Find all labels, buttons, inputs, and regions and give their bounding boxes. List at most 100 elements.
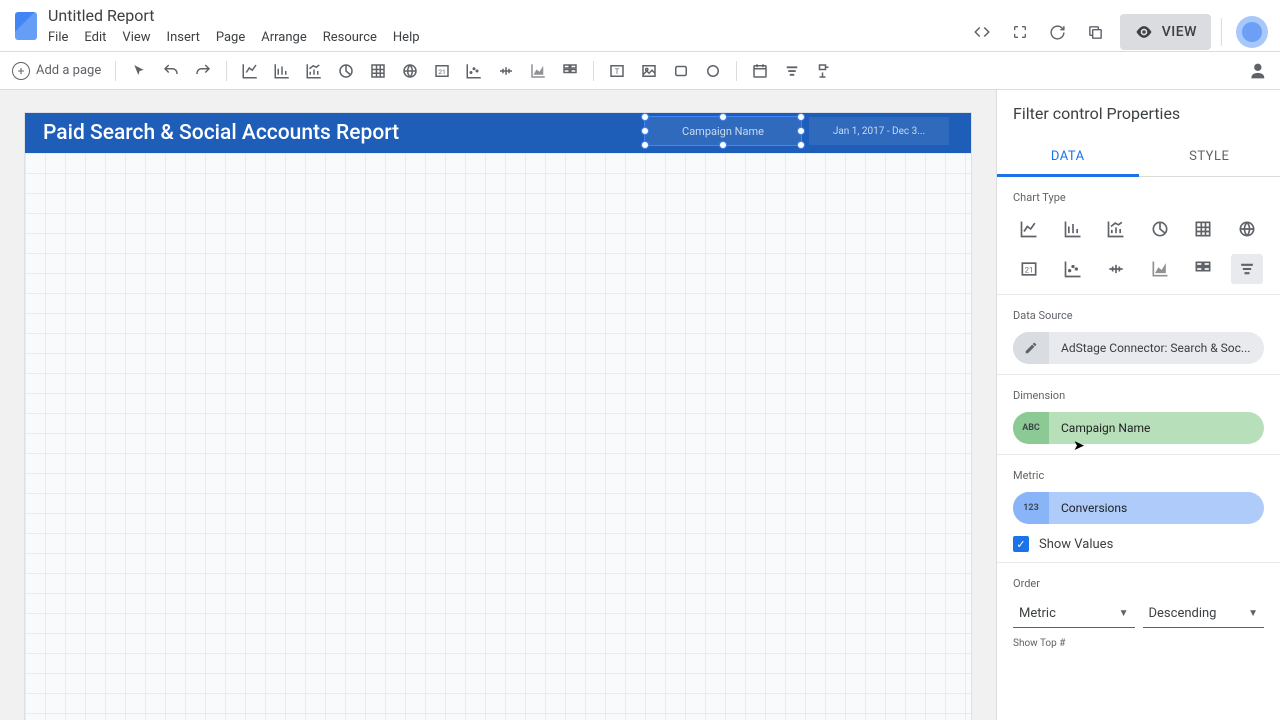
ct-bullet-icon[interactable] <box>1100 254 1132 284</box>
ct-scorecard-icon[interactable]: 21 <box>1013 254 1045 284</box>
filter-control-selected[interactable]: Campaign Name <box>645 117 801 145</box>
chart-type-section: Chart Type 21 <box>997 177 1280 295</box>
divider <box>1221 18 1222 46</box>
checkbox-checked-icon[interactable]: ✓ <box>1013 536 1029 552</box>
show-values-row[interactable]: ✓ Show Values <box>1013 536 1264 552</box>
bar-chart-icon[interactable] <box>269 58 295 84</box>
order-direction-dropdown[interactable]: Descending ▼ <box>1143 600 1265 628</box>
menu-page[interactable]: Page <box>216 30 245 45</box>
view-button[interactable]: VIEW <box>1120 14 1211 50</box>
dimension-field-name: Campaign Name <box>1049 421 1162 435</box>
tab-style[interactable]: STYLE <box>1139 137 1280 176</box>
toolbar: + Add a page 21 T <box>0 52 1280 90</box>
text-box-icon[interactable]: T <box>604 58 630 84</box>
metric-field-chip[interactable]: 123 Conversions <box>1013 492 1264 524</box>
geo-chart-icon[interactable] <box>397 58 423 84</box>
ct-time-series-icon[interactable] <box>1013 214 1045 244</box>
tab-data[interactable]: DATA <box>997 137 1139 176</box>
pie-chart-icon[interactable] <box>333 58 359 84</box>
report-canvas[interactable]: Paid Search & Social Accounts Report Cam… <box>24 112 972 720</box>
panel-tabs: DATA STYLE <box>997 137 1280 177</box>
rectangle-icon[interactable] <box>668 58 694 84</box>
order-by-value: Metric <box>1019 606 1056 621</box>
show-values-label: Show Values <box>1039 537 1113 552</box>
date-range-label: Jan 1, 2017 - Dec 3... <box>833 126 925 137</box>
view-button-label: VIEW <box>1162 24 1197 40</box>
ct-combo-icon[interactable] <box>1100 214 1132 244</box>
date-range-control[interactable]: Jan 1, 2017 - Dec 3... <box>809 117 949 145</box>
svg-text:21: 21 <box>1025 265 1033 274</box>
table-icon[interactable] <box>365 58 391 84</box>
menu-arrange[interactable]: Arrange <box>261 30 306 45</box>
user-avatar[interactable] <box>1236 16 1268 48</box>
ct-pie-icon[interactable] <box>1144 214 1176 244</box>
date-range-icon[interactable] <box>747 58 773 84</box>
dimension-field-chip[interactable]: ABC Campaign Name <box>1013 412 1264 444</box>
show-top-label: Show Top # <box>1013 638 1264 649</box>
ct-scatter-icon[interactable] <box>1057 254 1089 284</box>
metric-section: Metric 123 Conversions ✓ Show Values <box>997 455 1280 563</box>
refresh-icon[interactable] <box>1044 18 1072 46</box>
filter-control-icon[interactable] <box>779 58 805 84</box>
scorecard-icon[interactable]: 21 <box>429 58 455 84</box>
menu-file[interactable]: File <box>48 30 68 45</box>
menu-insert[interactable]: Insert <box>167 30 200 45</box>
data-source-label: Data Source <box>1013 309 1264 322</box>
menu-resource[interactable]: Resource <box>323 30 377 45</box>
app-header: Untitled Report File Edit View Insert Pa… <box>0 0 1280 52</box>
data-source-name: AdStage Connector: Search & Soc... <box>1049 341 1264 355</box>
circle-icon[interactable] <box>700 58 726 84</box>
menu-help[interactable]: Help <box>393 30 420 45</box>
chevron-down-icon: ▼ <box>1248 608 1258 619</box>
undo-icon[interactable] <box>158 58 184 84</box>
ct-bar-icon[interactable] <box>1057 214 1089 244</box>
dimension-section: Dimension ABC Campaign Name <box>997 375 1280 455</box>
scatter-chart-icon[interactable] <box>461 58 487 84</box>
dimension-type-badge: ABC <box>1013 412 1049 444</box>
filter-control-label: Campaign Name <box>682 125 764 138</box>
ct-area-icon[interactable] <box>1144 254 1176 284</box>
select-tool-icon[interactable] <box>126 58 152 84</box>
panel-title: Filter control Properties <box>997 90 1280 137</box>
data-source-chip[interactable]: AdStage Connector: Search & Soc... <box>1013 332 1264 364</box>
workspace[interactable]: Paid Search & Social Accounts Report Cam… <box>0 90 996 720</box>
data-control-icon[interactable] <box>811 58 837 84</box>
combo-chart-icon[interactable] <box>301 58 327 84</box>
order-section: Order Metric ▼ Descending ▼ Show Top # <box>997 563 1280 659</box>
ct-pivot-icon[interactable] <box>1187 254 1219 284</box>
svg-text:T: T <box>615 67 620 76</box>
report-title: Paid Search & Social Accounts Report <box>43 121 399 145</box>
redo-icon[interactable] <box>190 58 216 84</box>
menubar: File Edit View Insert Page Arrange Resou… <box>48 30 968 45</box>
ct-filter-control-icon[interactable] <box>1231 254 1263 284</box>
edit-data-source-icon[interactable] <box>1013 332 1049 364</box>
embed-icon[interactable] <box>968 18 996 46</box>
add-page-label: Add a page <box>36 63 101 78</box>
add-people-icon[interactable] <box>1240 55 1272 87</box>
order-by-dropdown[interactable]: Metric ▼ <box>1013 600 1135 628</box>
dimension-label: Dimension <box>1013 389 1264 402</box>
area-chart-icon[interactable] <box>525 58 551 84</box>
metric-type-badge: 123 <box>1013 492 1049 524</box>
eye-icon <box>1134 22 1154 42</box>
data-source-section: Data Source AdStage Connector: Search & … <box>997 295 1280 375</box>
fullscreen-icon[interactable] <box>1006 18 1034 46</box>
order-direction-value: Descending <box>1149 606 1217 621</box>
ct-table-icon[interactable] <box>1187 214 1219 244</box>
chevron-down-icon: ▼ <box>1119 608 1129 619</box>
menu-edit[interactable]: Edit <box>84 30 106 45</box>
plus-circle-icon: + <box>12 62 30 80</box>
line-chart-icon[interactable] <box>237 58 263 84</box>
svg-text:21: 21 <box>438 68 446 76</box>
menu-view[interactable]: View <box>122 30 150 45</box>
bullet-chart-icon[interactable] <box>493 58 519 84</box>
copy-icon[interactable] <box>1082 18 1110 46</box>
properties-panel: Filter control Properties DATA STYLE Cha… <box>996 90 1280 720</box>
image-icon[interactable] <box>636 58 662 84</box>
ct-geo-icon[interactable] <box>1231 214 1263 244</box>
metric-label: Metric <box>1013 469 1264 482</box>
document-title[interactable]: Untitled Report <box>48 6 968 24</box>
app-logo[interactable] <box>8 4 44 48</box>
pivot-table-icon[interactable] <box>557 58 583 84</box>
add-page-button[interactable]: + Add a page <box>8 62 105 80</box>
